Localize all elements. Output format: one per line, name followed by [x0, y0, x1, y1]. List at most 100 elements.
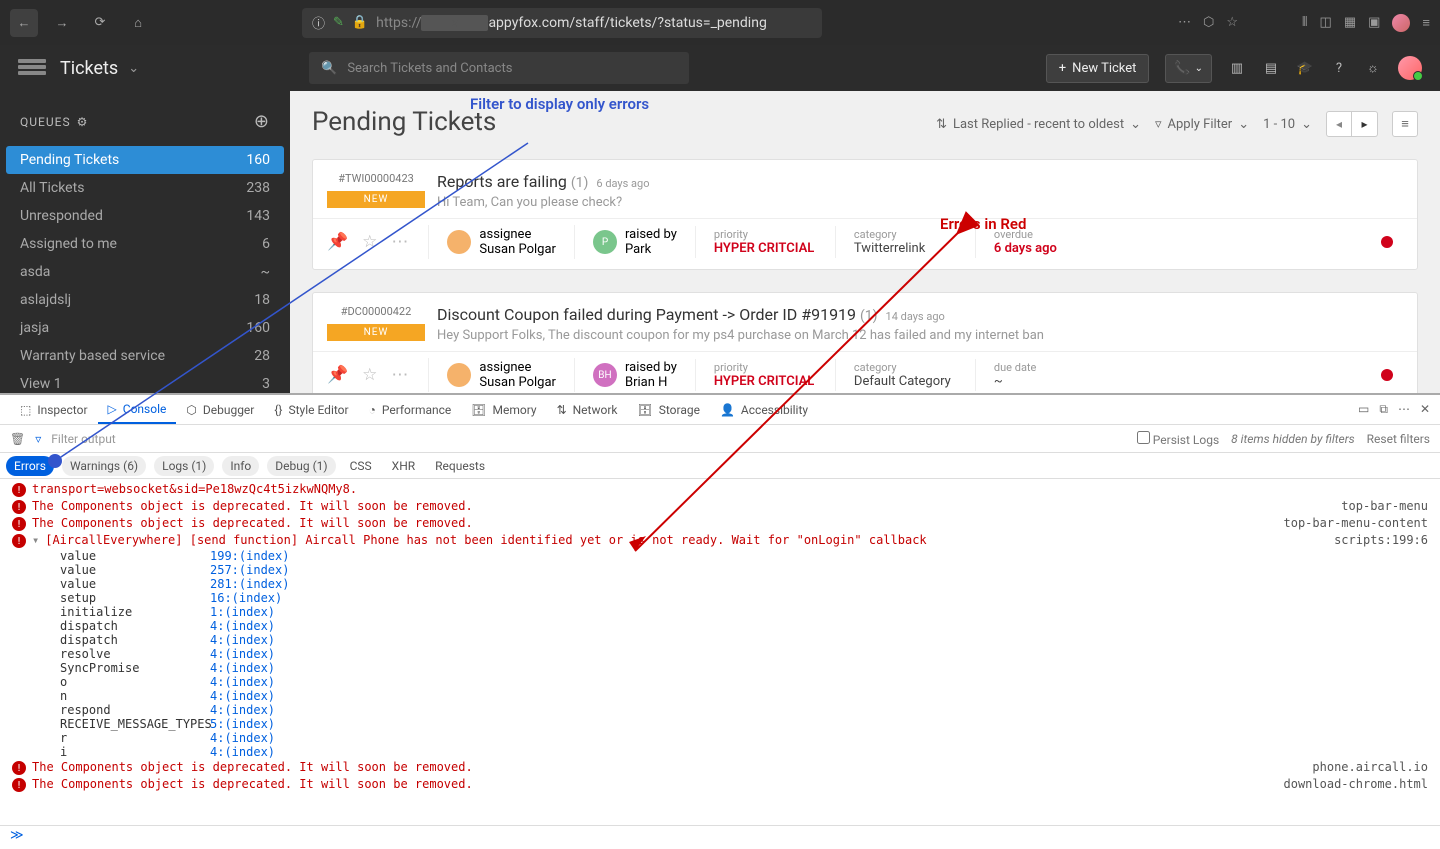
new-ticket-button[interactable]: + New Ticket — [1046, 54, 1150, 83]
reload-button[interactable]: ⟳ — [86, 9, 114, 37]
chevron-down-icon[interactable]: ⌄ — [128, 61, 139, 76]
funnel-icon[interactable]: ▿ — [35, 432, 41, 446]
filter-button[interactable]: ▿Apply Filter⌄ — [1155, 117, 1249, 132]
library-icon[interactable]: ⫴ — [1302, 15, 1307, 30]
devtools-tab-storage[interactable]: 🗄Storage — [627, 395, 709, 424]
devtools-tab-console[interactable]: ▷Console — [98, 395, 177, 424]
next-page-button[interactable]: ▸ — [1352, 111, 1378, 137]
book-icon[interactable]: ▥ — [1228, 59, 1246, 77]
forward-button[interactable]: → — [48, 9, 76, 37]
trash-icon[interactable]: 🗑 — [10, 432, 25, 446]
pin-icon: 📌 — [327, 232, 348, 252]
content-toolbar: ⇅Last Replied - recent to oldest⌄ ▿Apply… — [936, 111, 1418, 137]
lock-icon: 🔒 — [352, 15, 368, 30]
devtools-tab-accessibility[interactable]: 👤Accessibility — [710, 395, 818, 424]
back-button[interactable]: ← — [10, 9, 38, 37]
browser-toolbar: ← → ⟳ ⌂ ⓘ ✎ 🔒 https://xappyfox.com/staff… — [0, 0, 1440, 45]
search-input[interactable]: 🔍 Search Tickets and Contacts — [309, 52, 689, 84]
app-header: Tickets ⌄ 🔍 Search Tickets and Contacts … — [0, 45, 1440, 91]
sidebar-item[interactable]: Unresponded143 — [0, 202, 290, 230]
chevron-down-icon: ⌄ — [1130, 117, 1141, 132]
filter-output-input[interactable]: Filter output — [51, 432, 115, 446]
ticket-card[interactable]: #DC00000422NEWDiscount Coupon failed dur… — [312, 292, 1418, 393]
console-cat[interactable]: XHR — [386, 459, 421, 473]
help-icon[interactable]: ? — [1330, 59, 1348, 77]
pager-label[interactable]: 1 - 10⌄ — [1263, 117, 1312, 132]
console-prompt[interactable]: ≫ — [0, 825, 1440, 849]
console-cat[interactable]: CSS — [344, 459, 378, 473]
pin-icon: 📌 — [327, 365, 348, 385]
status-dot — [1381, 236, 1393, 248]
devtools-tab-debugger[interactable]: ⬡Debugger — [176, 395, 264, 424]
console-filter-row: 🗑 ▿ Filter output Persist Logs 8 items h… — [0, 425, 1440, 453]
reset-filters-button[interactable]: Reset filters — [1367, 432, 1430, 446]
gear-icon[interactable]: ⚙ — [77, 115, 89, 129]
more-icon: ⋯ — [391, 232, 408, 252]
list-icon[interactable]: ▤ — [1262, 59, 1280, 77]
devtools-tab-network[interactable]: ⇅Network — [547, 395, 628, 424]
persist-logs-checkbox[interactable]: Persist Logs — [1137, 431, 1219, 447]
error-icon: ! — [12, 778, 26, 792]
sort-button[interactable]: ⇅Last Replied - recent to oldest⌄ — [936, 117, 1141, 132]
sidebar-icon[interactable]: ◫ — [1320, 15, 1332, 30]
chevron-down-icon: ⌄ — [1195, 63, 1203, 74]
devtools-tab-performance[interactable]: ◔Performance — [359, 395, 462, 424]
sidebar-item[interactable]: All Tickets238 — [0, 174, 290, 202]
sidebar-item[interactable]: asda~ — [0, 258, 290, 286]
sun-icon[interactable]: ☼ — [1364, 59, 1382, 77]
annotation-errors-red: Errors in Red — [940, 215, 1026, 233]
save-icon[interactable]: ▣ — [1368, 15, 1380, 30]
sidebar-item[interactable]: Pending Tickets160 — [6, 146, 284, 174]
console-cat[interactable]: Errors — [6, 456, 54, 476]
sort-icon: ⇅ — [936, 117, 947, 132]
chevron-down-icon: ⌄ — [1238, 117, 1249, 132]
error-icon: ! — [12, 534, 26, 548]
responsive-icon[interactable]: ▭ — [1358, 402, 1369, 417]
app-logo[interactable] — [18, 59, 46, 77]
app-title: Tickets — [60, 58, 118, 79]
user-avatar[interactable] — [1398, 56, 1422, 80]
url-bar[interactable]: ⓘ ✎ 🔒 https://xappyfox.com/staff/tickets… — [302, 8, 822, 38]
more-icon[interactable]: ⋯ — [1178, 15, 1191, 30]
home-button[interactable]: ⌂ — [124, 9, 152, 37]
console-cat[interactable]: Requests — [429, 459, 491, 473]
phone-button[interactable]: 📞 ⌄ — [1165, 54, 1212, 83]
console-cat[interactable]: Debug (1) — [267, 456, 335, 476]
bookmark-icon[interactable]: ☆ — [1226, 15, 1238, 30]
console-cat[interactable]: Logs (1) — [154, 456, 214, 476]
edit-icon: ✎ — [333, 15, 344, 30]
info-icon: ⓘ — [312, 13, 325, 32]
graduation-icon[interactable]: 🎓 — [1296, 59, 1314, 77]
sidebar-item[interactable]: Warranty based service28 — [0, 342, 290, 370]
sidebar-item[interactable]: View 13 — [0, 370, 290, 398]
view-toggle-button[interactable]: ≡ — [1392, 111, 1418, 137]
search-icon: 🔍 — [321, 61, 337, 76]
more-icon[interactable]: ⋯ — [1398, 402, 1410, 417]
sidebar-item[interactable]: jasja160 — [0, 314, 290, 342]
annotation-filter: Filter to display only errors — [470, 95, 649, 113]
shield-icon[interactable]: ⬡ — [1203, 15, 1214, 30]
queues-header: QUEUES ⚙ ⊕ — [0, 101, 290, 146]
ticket-card[interactable]: #TWI00000423NEWReports are failing (1) 6… — [312, 159, 1418, 270]
devtools-tab-style-editor[interactable]: {}Style Editor — [264, 395, 358, 424]
close-icon[interactable]: ✕ — [1420, 402, 1430, 417]
devtools-tab-memory[interactable]: 🗄Memory — [461, 395, 546, 424]
status-dot — [1381, 369, 1393, 381]
error-icon: ! — [12, 500, 26, 514]
console-cat[interactable]: Info — [222, 456, 259, 476]
console-output: !transport=websocket&sid=Pe18wzQc4t5izkw… — [0, 479, 1440, 825]
hidden-items-label: 8 items hidden by filters — [1231, 432, 1355, 446]
sidebar-item[interactable]: aslajdslj18 — [0, 286, 290, 314]
profile-avatar[interactable] — [1392, 14, 1410, 32]
console-cat[interactable]: Warnings (6) — [62, 456, 146, 476]
devtools-panel: ⬚Inspector▷Console⬡Debugger{}Style Edito… — [0, 393, 1440, 849]
devtools-tab-inspector[interactable]: ⬚Inspector — [10, 395, 98, 424]
expand-icon[interactable]: ▾ — [32, 533, 39, 547]
chevron-down-icon: ⌄ — [1301, 117, 1312, 132]
grid-icon[interactable]: ▦ — [1344, 15, 1356, 30]
add-queue-button[interactable]: ⊕ — [254, 111, 270, 132]
prev-page-button[interactable]: ◂ — [1326, 111, 1352, 137]
dock-icon[interactable]: ⧉ — [1379, 402, 1388, 417]
sidebar-item[interactable]: Assigned to me6 — [0, 230, 290, 258]
menu-icon[interactable]: ≡ — [1422, 15, 1430, 31]
